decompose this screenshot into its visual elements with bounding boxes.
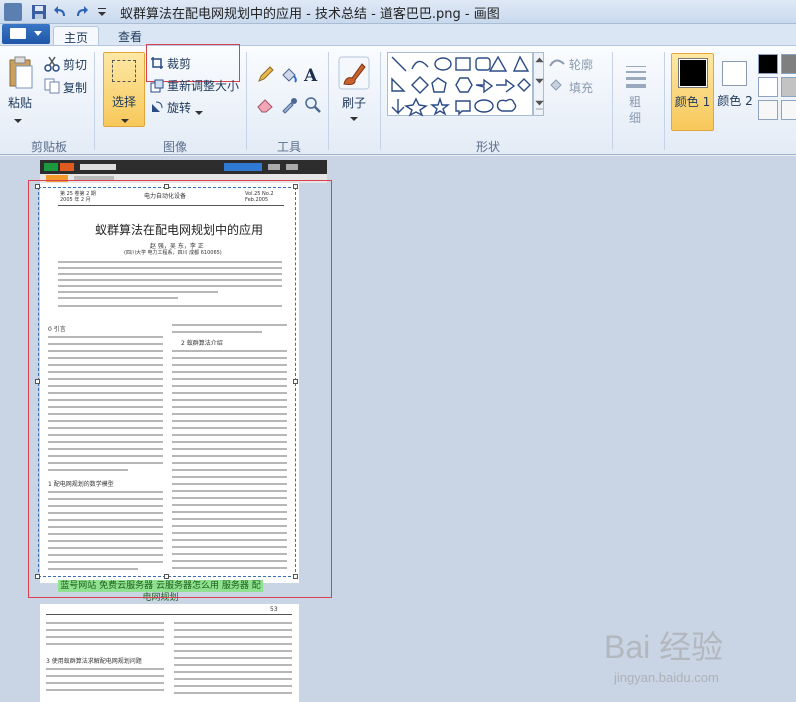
color2-swatch: [722, 61, 747, 86]
palette-swatch-lightgray[interactable]: [781, 77, 796, 97]
chevron-down-icon[interactable]: [195, 105, 203, 119]
customize-quick-access-icon[interactable]: [94, 3, 112, 21]
window-title: 蚁群算法在配电网规划中的应用 - 技术总结 - 道客巴巴.png - 画图: [120, 7, 500, 22]
fill-icon[interactable]: [548, 78, 566, 95]
copy-icon: [44, 78, 60, 97]
size-lines-icon[interactable]: [624, 64, 648, 93]
text-tool-icon[interactable]: A: [304, 66, 317, 86]
app-icon[interactable]: [4, 3, 22, 21]
redo-icon[interactable]: [72, 3, 90, 21]
fill-button[interactable]: 填充: [569, 79, 593, 96]
cut-button[interactable]: 剪切: [63, 56, 87, 73]
chevron-down-icon[interactable]: [8, 114, 28, 128]
document-image-page2: 53 3 使用蚁群算法求解配电网规划问题: [40, 604, 299, 702]
palette-swatch-empty[interactable]: [758, 100, 778, 120]
group-separator: [664, 52, 665, 150]
copy-button[interactable]: 复制: [63, 79, 87, 96]
palette-swatch-white[interactable]: [758, 77, 778, 97]
palette-swatch-gray[interactable]: [781, 54, 796, 74]
group-separator: [612, 52, 613, 150]
paste-icon[interactable]: [8, 56, 34, 93]
rotate-button[interactable]: 旋转: [167, 99, 191, 116]
pencil-icon[interactable]: [256, 66, 274, 87]
select-icon: [112, 60, 136, 82]
embedded-site-header: [40, 160, 327, 174]
rotate-icon: [150, 100, 164, 117]
color-picker-icon[interactable]: [280, 96, 298, 117]
group-separator: [94, 52, 95, 150]
title-bar: 蚁群算法在配电网规划中的应用 - 技术总结 - 道客巴巴.png - 画图: [0, 0, 796, 24]
group-separator: [380, 52, 381, 150]
section-solution: 3 使用蚁群算法求解配电网规划问题: [46, 658, 142, 665]
color1-label: 颜色 1: [674, 95, 711, 109]
shapes-gallery-scroll[interactable]: [533, 52, 544, 116]
color2-label: 颜色 2: [717, 94, 753, 108]
image-group-label: 图像: [162, 140, 187, 154]
size-button[interactable]: 粗细: [626, 94, 644, 126]
palette-swatch-empty[interactable]: [781, 100, 796, 120]
tab-home[interactable]: 主页: [53, 26, 99, 47]
tab-view[interactable]: 查看: [110, 26, 150, 46]
highlight-rectangle: [28, 180, 332, 598]
magnifier-icon[interactable]: [304, 96, 322, 117]
shapes-group-label: 形状: [475, 140, 500, 154]
shapes-gallery-icons: [391, 55, 531, 117]
resize-button[interactable]: 重新调整大小: [167, 77, 239, 94]
color2-button[interactable]: 颜色 2: [715, 53, 755, 131]
palette-swatch-black[interactable]: [758, 54, 778, 74]
watermark: Bai 经验: [604, 629, 724, 665]
paint-menu-button[interactable]: [2, 24, 50, 44]
select-label: 选择: [111, 95, 136, 109]
outline-button[interactable]: 轮廓: [569, 56, 593, 73]
brush-icon[interactable]: [338, 56, 370, 93]
clipboard-group-label: 剪贴板: [30, 140, 67, 154]
eraser-icon[interactable]: [256, 96, 274, 117]
chevron-down-icon: [120, 113, 130, 127]
scissors-icon: [44, 56, 60, 75]
watermark-url: jingyan.baidu.com: [614, 670, 719, 685]
group-separator: [328, 52, 329, 150]
brushes-button[interactable]: 刷子: [334, 94, 374, 111]
group-separator: [246, 52, 247, 150]
resize-icon: [150, 79, 164, 96]
select-button[interactable]: 选择: [103, 52, 145, 127]
page-number: 53: [270, 606, 278, 613]
fill-bucket-icon[interactable]: [280, 66, 298, 87]
shapes-gallery[interactable]: [387, 52, 533, 117]
color1-swatch: [678, 58, 708, 88]
save-icon[interactable]: [30, 3, 48, 21]
paste-button[interactable]: 粘贴: [2, 94, 38, 111]
undo-icon[interactable]: [52, 3, 70, 21]
tools-group-label: 工具: [276, 140, 301, 154]
color1-button[interactable]: 颜色 1: [671, 53, 714, 131]
chevron-down-icon[interactable]: [344, 112, 364, 126]
outline-icon[interactable]: [548, 56, 566, 73]
